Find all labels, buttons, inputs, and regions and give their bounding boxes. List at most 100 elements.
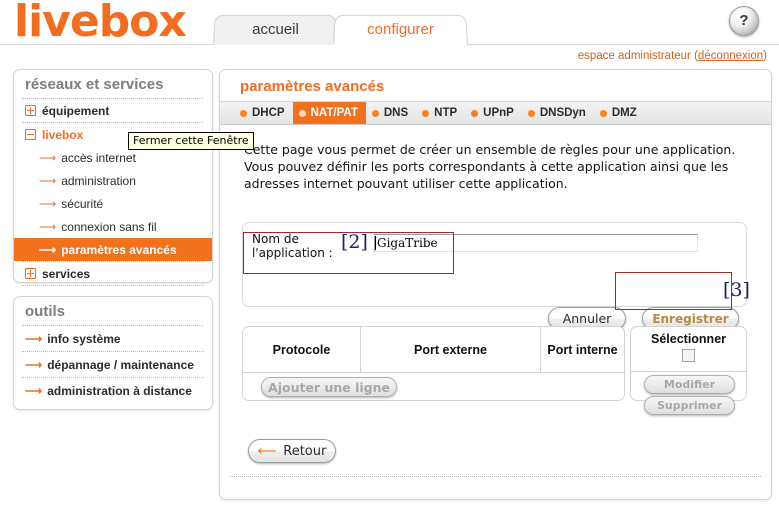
select-column-box: Sélectionner Modifier Supprimer (630, 326, 747, 415)
sidebar-nav-title: réseaux et services (25, 76, 164, 93)
arrow-right-icon: ⟶ (39, 196, 57, 211)
help-icon[interactable]: ? (729, 6, 759, 36)
bullet-icon (527, 109, 535, 117)
selectionner-label: Sélectionner (650, 332, 727, 346)
text-caret (375, 236, 376, 250)
label-line-2: l'application : (252, 246, 333, 260)
tab-configurer-label: configurer (367, 21, 434, 38)
sidebar-item-equipement[interactable]: équipement (14, 99, 212, 122)
subtab-dmz[interactable]: DMZ (594, 102, 645, 124)
collapse-minus-icon[interactable] (25, 129, 36, 140)
sidebar-item-label: administration à distance (47, 383, 192, 398)
subtab-label: DMZ (611, 107, 637, 119)
sidebar-networks-panel: réseaux et services équipement livebox ⟶… (13, 69, 213, 286)
question-mark-icon: ? (739, 12, 749, 29)
select-header-divider (631, 371, 746, 372)
tab-configurer[interactable]: configurer (333, 14, 468, 45)
sidebar-item-label: équipement (42, 103, 110, 118)
table-header-row: Protocole Port externe Port interne (243, 327, 624, 372)
bullet-icon (371, 109, 379, 117)
annotation-marker-2: [2] (341, 231, 368, 253)
arrow-right-icon: ⟶ (25, 331, 43, 346)
sidebar-item-label: connexion sans fil (61, 219, 157, 234)
application-name-input[interactable] (374, 234, 698, 252)
admin-status-line: espace administrateur (déconnexion) (578, 50, 767, 62)
select-all-checkbox[interactable] (682, 349, 695, 362)
tab-accueil[interactable]: accueil (213, 14, 338, 45)
expand-plus-icon[interactable] (25, 105, 36, 116)
rules-table: Protocole Port externe Port interne Ajou… (242, 326, 625, 401)
subtab-label: DNSDyn (539, 107, 586, 119)
arrow-right-icon: ⟶ (39, 219, 57, 234)
divider (22, 285, 204, 286)
subtab-dnsdyn[interactable]: DNSDyn (522, 102, 594, 124)
bullet-icon (599, 109, 607, 117)
subtab-dhcp[interactable]: DHCP (234, 102, 293, 124)
page-description: Cette page vous permet de créer un ensem… (244, 142, 736, 191)
edit-button[interactable]: Modifier (644, 375, 735, 394)
active-tab-underlay (333, 44, 458, 47)
admin-space-label: espace administrateur ( (577, 50, 698, 62)
bullet-icon (471, 109, 479, 117)
application-form-box: Nom de l'application : [2] Annuler Enreg… (242, 222, 747, 330)
sidebar-item-depannage-maintenance[interactable]: ⟶ dépannage / maintenance (14, 352, 212, 377)
arrow-left-icon: ⟵ (257, 443, 277, 459)
subtab-label: DNS (383, 107, 409, 119)
page-title: paramètres avancés (240, 78, 385, 95)
column-header-selectionner: Sélectionner (631, 327, 746, 371)
sidebar-item-label: paramètres avancés (61, 242, 177, 257)
sidebar-tools-title: outils (25, 303, 65, 320)
annotation-marker-3: [3] (723, 279, 750, 301)
sidebar-item-label: info système (47, 331, 121, 346)
sidebar-tools-panel: outils ⟶ info système ⟶ dépannage / main… (13, 296, 213, 410)
tooltip-fermer-cette-fenetre: Fermer cette Fenêtre (128, 132, 254, 150)
label-line-1: Nom de (252, 232, 299, 246)
sidebar-item-parametres-avances[interactable]: ⟶ paramètres avancés (14, 238, 212, 261)
main-content-panel: paramètres avancés DHCP NAT/PAT DNS NTP … (219, 69, 772, 500)
subtab-nat-pat[interactable]: NAT/PAT (292, 102, 366, 124)
table-header-divider (243, 372, 624, 373)
arrow-right-icon: ⟶ (25, 357, 43, 372)
subtab-bar: DHCP NAT/PAT DNS NTP UPnP DNSDyn DMZ (220, 101, 771, 125)
delete-button[interactable]: Supprimer (644, 396, 735, 415)
bullet-icon (240, 109, 247, 117)
sidebar-item-label: livebox (42, 127, 84, 142)
column-header-port-externe: Port externe (361, 327, 541, 372)
bullet-icon (298, 109, 306, 117)
sidebar-item-administration-a-distance[interactable]: ⟶ administration à distance (14, 378, 212, 403)
sidebar-item-label: sécurité (61, 196, 104, 211)
sidebar-item-label: services (42, 266, 91, 281)
column-header-protocole: Protocole (243, 327, 361, 372)
expand-plus-icon[interactable] (25, 268, 36, 279)
arrow-right-icon: ⟶ (25, 383, 43, 398)
add-row-button[interactable]: Ajouter une ligne (261, 377, 397, 397)
bullet-icon (422, 109, 430, 117)
logout-link[interactable]: déconnexion (698, 50, 763, 62)
sidebar-item-info-systeme[interactable]: ⟶ info système (14, 326, 212, 351)
sidebar-item-label: dépannage / maintenance (47, 357, 194, 372)
footer-divider (230, 476, 761, 477)
arrow-right-icon: ⟶ (39, 173, 57, 188)
sidebar-item-label: accès internet (61, 150, 136, 165)
tab-accueil-label: accueil (252, 21, 299, 38)
subtab-label: NTP (434, 107, 458, 119)
livebox-logo: livebox (14, 0, 187, 47)
admin-paren-close: ) (763, 50, 767, 62)
sidebar-item-services[interactable]: services (14, 262, 212, 285)
subtab-label: NAT/PAT (310, 107, 358, 119)
back-button[interactable]: ⟵ Retour (248, 439, 336, 463)
subtab-dns[interactable]: DNS (366, 102, 416, 124)
sidebar-item-securite[interactable]: ⟶ sécurité (14, 192, 212, 215)
arrow-right-icon: ⟶ (39, 242, 57, 257)
application-name-label: Nom de l'application : (252, 232, 333, 260)
column-header-port-interne: Port interne (547, 342, 618, 357)
sidebar-item-label: administration (61, 173, 136, 188)
subtab-ntp[interactable]: NTP (416, 102, 465, 124)
page-root: livebox accueil configurer ? espace admi… (0, 0, 779, 511)
sidebar-item-connexion-sans-fil[interactable]: ⟶ connexion sans fil (14, 215, 212, 238)
subtab-label: UPnP (483, 107, 514, 119)
arrow-right-icon: ⟶ (39, 150, 57, 165)
back-button-label: Retour (283, 443, 327, 459)
subtab-upnp[interactable]: UPnP (465, 102, 522, 124)
sidebar-item-administration[interactable]: ⟶ administration (14, 169, 212, 192)
